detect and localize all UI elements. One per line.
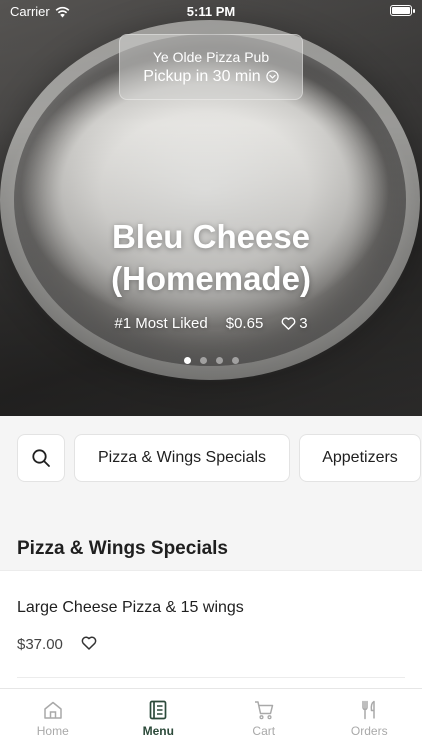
- carousel-dot[interactable]: [231, 357, 239, 364]
- featured-likes[interactable]: 3: [281, 315, 308, 332]
- pickup-label: Pickup in 30 min: [143, 67, 261, 85]
- cart-icon: [254, 701, 273, 720]
- tab-orders-label: Orders: [350, 724, 388, 738]
- search-button[interactable]: [17, 434, 65, 482]
- carousel-dots[interactable]: [0, 357, 422, 364]
- category-chip-pizza-wings-specials[interactable]: Pizza & Wings Specials: [74, 434, 290, 482]
- tab-orders[interactable]: Orders: [317, 689, 422, 750]
- carousel-dot[interactable]: [183, 357, 191, 364]
- home-icon: [44, 701, 62, 719]
- restaurant-pickup-selector[interactable]: Ye Olde Pizza Pub Pickup in 30 min: [119, 34, 303, 100]
- divider: [17, 677, 405, 678]
- category-row: Pizza & Wings Specials Appetizers: [17, 434, 421, 482]
- featured-meta: #1 Most Liked $0.65 3: [0, 315, 422, 332]
- tab-home-label: Home: [36, 724, 69, 738]
- category-chip-appetizers[interactable]: Appetizers: [299, 434, 421, 482]
- battery-icon: [390, 5, 415, 16]
- featured-title-line-1: Bleu Cheese: [111, 218, 311, 255]
- hero-image[interactable]: Carrier 5:11 PM Ye Olde Pizza Pub Pickup…: [0, 0, 422, 416]
- section-title: Pizza & Wings Specials: [17, 538, 229, 559]
- tab-cart-label: Cart: [252, 724, 276, 738]
- category-section: Pizza & Wings Specials Appetizers Pizza …: [0, 416, 422, 570]
- featured-title: Bleu Cheese (Homemade): [0, 216, 422, 300]
- utensils-icon: [362, 700, 375, 720]
- menu-item-name: Large Cheese Pizza & 15 wings: [17, 599, 244, 616]
- carousel-dot[interactable]: [215, 357, 223, 364]
- featured-rank: #1 Most Liked: [114, 315, 208, 332]
- search-icon: [32, 449, 50, 467]
- restaurant-name: Ye Olde Pizza Pub: [152, 48, 270, 65]
- chevron-down-circle-icon: [266, 70, 279, 83]
- heart-icon: [281, 317, 296, 330]
- pickup-time: Pickup in 30 min: [143, 67, 279, 86]
- tab-bar: Home Menu Cart Orders: [0, 688, 422, 750]
- tab-home[interactable]: Home: [0, 689, 106, 750]
- status-bar: Carrier 5:11 PM: [0, 0, 422, 22]
- tab-cart[interactable]: Cart: [211, 689, 317, 750]
- carousel-dot[interactable]: [199, 357, 207, 364]
- tab-menu-label: Menu: [142, 724, 174, 738]
- menu-item[interactable]: Large Cheese Pizza & 15 wings $37.00: [0, 570, 422, 688]
- menu-icon: [149, 700, 167, 720]
- tab-menu[interactable]: Menu: [106, 689, 212, 750]
- featured-price: $0.65: [225, 315, 264, 332]
- clock: 5:11 PM: [186, 4, 236, 19]
- menu-item-price: $37.00: [17, 636, 63, 653]
- likes-count: 3: [299, 315, 308, 332]
- heart-icon[interactable]: [81, 635, 97, 651]
- featured-title-line-2: (Homemade): [111, 260, 311, 297]
